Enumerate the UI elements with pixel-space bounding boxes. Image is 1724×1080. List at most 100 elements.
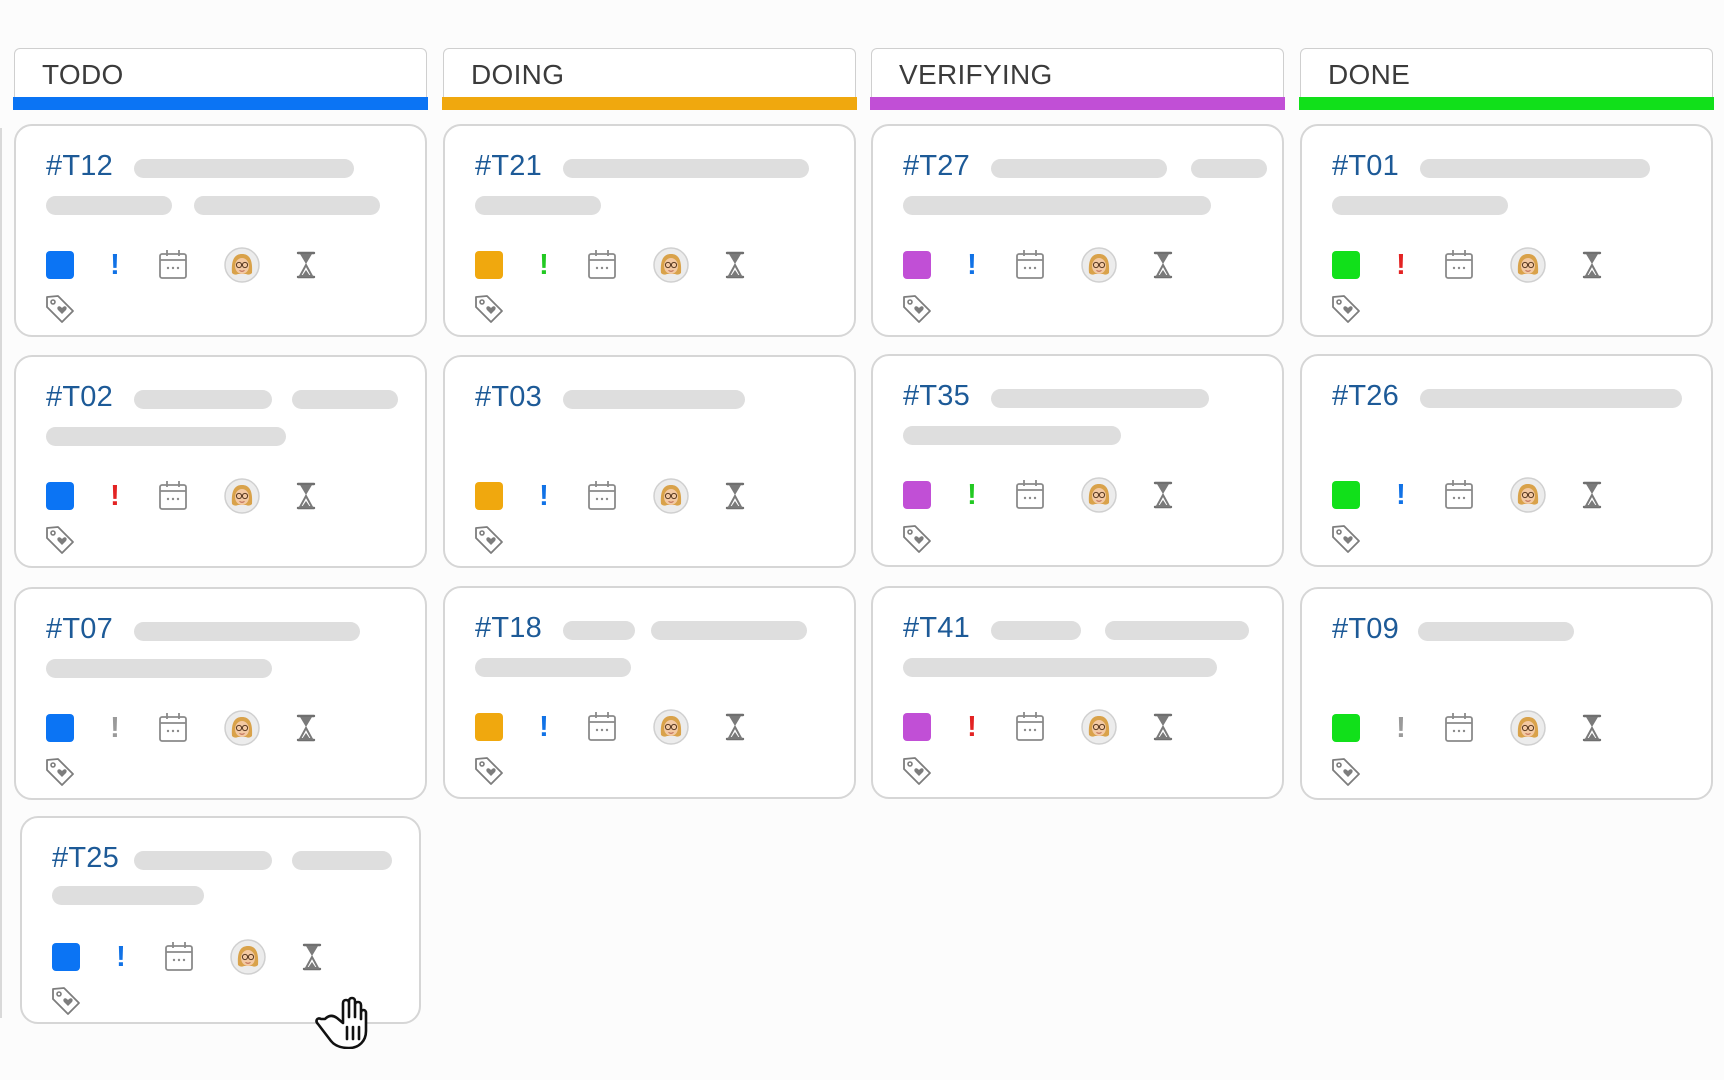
avatar[interactable] (230, 939, 266, 975)
exclamation-icon[interactable]: ! (110, 710, 120, 746)
status-color-square (1332, 251, 1360, 279)
hourglass-icon[interactable] (723, 482, 747, 510)
status-color-square (475, 713, 503, 741)
hourglass-icon[interactable] (1580, 251, 1604, 279)
tag-heart-icon[interactable] (901, 523, 933, 555)
task-id[interactable]: #T09 (1332, 613, 1399, 646)
tag-heart-icon[interactable] (901, 755, 933, 787)
tag-heart-icon[interactable] (44, 293, 76, 325)
status-color-square (475, 482, 503, 510)
task-card[interactable]: #T18! (443, 586, 856, 799)
task-id[interactable]: #T21 (475, 150, 542, 183)
column-color-bar (870, 97, 1285, 110)
exclamation-icon[interactable]: ! (116, 939, 126, 975)
text-placeholder (903, 658, 1217, 677)
calendar-icon[interactable] (1015, 479, 1045, 509)
task-id[interactable]: #T07 (46, 613, 113, 646)
hourglass-icon[interactable] (294, 714, 318, 742)
exclamation-icon[interactable]: ! (539, 709, 549, 745)
task-id[interactable]: #T26 (1332, 380, 1399, 413)
task-id[interactable]: #T01 (1332, 150, 1399, 183)
avatar[interactable] (1081, 247, 1117, 283)
tag-heart-icon[interactable] (473, 524, 505, 556)
tag-heart-icon[interactable] (1330, 756, 1362, 788)
calendar-icon[interactable] (158, 249, 188, 279)
exclamation-icon[interactable]: ! (1396, 247, 1406, 283)
task-card[interactable]: #T09! (1300, 587, 1713, 800)
avatar[interactable] (224, 247, 260, 283)
calendar-icon[interactable] (1444, 712, 1474, 742)
task-id[interactable]: #T03 (475, 381, 542, 414)
calendar-icon[interactable] (1015, 711, 1045, 741)
task-card[interactable]: #T41! (871, 586, 1284, 799)
hourglass-icon[interactable] (294, 482, 318, 510)
text-placeholder (46, 196, 172, 215)
task-card[interactable]: #T01! (1300, 124, 1713, 337)
hourglass-icon[interactable] (294, 251, 318, 279)
task-id[interactable]: #T25 (52, 842, 119, 875)
task-id[interactable]: #T35 (903, 380, 970, 413)
hourglass-icon[interactable] (1151, 713, 1175, 741)
calendar-icon[interactable] (164, 941, 194, 971)
exclamation-icon[interactable]: ! (967, 709, 977, 745)
exclamation-icon[interactable]: ! (1396, 477, 1406, 513)
avatar[interactable] (653, 709, 689, 745)
avatar[interactable] (1081, 477, 1117, 513)
exclamation-icon[interactable]: ! (110, 247, 120, 283)
avatar[interactable] (1510, 247, 1546, 283)
avatar[interactable] (224, 710, 260, 746)
exclamation-icon[interactable]: ! (967, 247, 977, 283)
hourglass-icon[interactable] (723, 713, 747, 741)
exclamation-icon[interactable]: ! (539, 478, 549, 514)
tag-heart-icon[interactable] (44, 524, 76, 556)
text-placeholder (134, 851, 272, 870)
calendar-icon[interactable] (587, 249, 617, 279)
tag-heart-icon[interactable] (473, 293, 505, 325)
card-meta-row: ! (475, 709, 755, 745)
task-id[interactable]: #T02 (46, 381, 113, 414)
exclamation-icon[interactable]: ! (1396, 710, 1406, 746)
avatar[interactable] (653, 478, 689, 514)
tag-heart-icon[interactable] (901, 293, 933, 325)
avatar[interactable] (224, 478, 260, 514)
task-id[interactable]: #T12 (46, 150, 113, 183)
calendar-icon[interactable] (1444, 479, 1474, 509)
calendar-icon[interactable] (1015, 249, 1045, 279)
task-card[interactable]: #T26! (1300, 354, 1713, 567)
exclamation-icon[interactable]: ! (967, 477, 977, 513)
task-card[interactable]: #T35! (871, 354, 1284, 567)
tag-heart-icon[interactable] (50, 985, 82, 1017)
tag-heart-icon[interactable] (44, 756, 76, 788)
calendar-icon[interactable] (158, 480, 188, 510)
hourglass-icon[interactable] (1151, 481, 1175, 509)
task-card[interactable]: #T12! (14, 124, 427, 337)
tag-heart-icon[interactable] (1330, 293, 1362, 325)
tag-heart-icon[interactable] (473, 755, 505, 787)
calendar-icon[interactable] (587, 711, 617, 741)
task-id[interactable]: #T27 (903, 150, 970, 183)
calendar-icon[interactable] (587, 480, 617, 510)
exclamation-icon[interactable]: ! (539, 247, 549, 283)
task-id[interactable]: #T41 (903, 612, 970, 645)
task-id[interactable]: #T18 (475, 612, 542, 645)
task-card[interactable]: #T27! (871, 124, 1284, 337)
tag-heart-icon[interactable] (1330, 523, 1362, 555)
hourglass-icon[interactable] (723, 251, 747, 279)
avatar[interactable] (1081, 709, 1117, 745)
task-card[interactable]: #T03! (443, 355, 856, 568)
task-card[interactable]: #T21! (443, 124, 856, 337)
avatar[interactable] (1510, 477, 1546, 513)
status-color-square (46, 714, 74, 742)
avatar[interactable] (653, 247, 689, 283)
calendar-icon[interactable] (1444, 249, 1474, 279)
task-card[interactable]: #T02! (14, 355, 427, 568)
task-card[interactable]: #T07! (14, 587, 427, 800)
exclamation-icon[interactable]: ! (110, 478, 120, 514)
hourglass-icon[interactable] (300, 943, 324, 971)
hourglass-icon[interactable] (1580, 481, 1604, 509)
hourglass-icon[interactable] (1151, 251, 1175, 279)
hourglass-icon[interactable] (1580, 714, 1604, 742)
card-meta-row: ! (903, 477, 1183, 513)
avatar[interactable] (1510, 710, 1546, 746)
calendar-icon[interactable] (158, 712, 188, 742)
